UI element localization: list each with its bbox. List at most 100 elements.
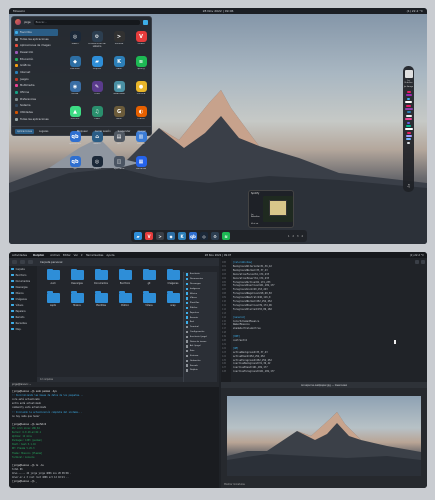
pin-icon[interactable] xyxy=(143,19,148,25)
menu-item[interactable]: Ver xyxy=(74,254,78,257)
launcher-app[interactable]: ◆ Discover xyxy=(64,56,86,77)
launcher-category[interactable]: Todas las aplicaciones xyxy=(14,116,58,123)
launcher-app[interactable]: ◎ Steam xyxy=(86,156,108,177)
bell-icon[interactable]: ♫ xyxy=(407,183,411,188)
sleep-button[interactable]: Suspender xyxy=(116,129,133,134)
launcher-app[interactable]: ▦ Ventanas xyxy=(130,156,152,177)
launcher-app[interactable]: ✎ Krita xyxy=(86,81,108,102)
panel-weather[interactable]: (1) 22.2 °C xyxy=(407,9,423,13)
folder-item[interactable]: Escritorio xyxy=(113,268,137,285)
text-editor[interactable]: 100 [ColorsWindow] 101 BackgroundAlternate=… xyxy=(221,258,427,382)
dock-vivaldi-icon[interactable]: V xyxy=(145,232,153,240)
launcher-category[interactable]: Juegos xyxy=(14,76,58,83)
menu-item[interactable]: Herramientas xyxy=(86,254,104,257)
code-line: inactiveBackground=31,36,42 xyxy=(233,362,271,366)
spotify-tooltip[interactable]: Spotify La Rebelión ⏮ ⏯ ⏭ xyxy=(248,190,294,228)
launcher-app[interactable]: ◫ Spectacle xyxy=(108,156,130,177)
applications-tab[interactable]: Aplicaciones xyxy=(15,128,34,134)
menu-item[interactable]: Archivo xyxy=(50,254,60,257)
launcher-app[interactable]: ▲ Android xyxy=(64,106,86,127)
terminal-tab[interactable]: jorge@lenovo: ~ xyxy=(9,382,219,387)
folder-label: Lapto xyxy=(49,304,57,307)
launcher-app[interactable]: qb qb xyxy=(64,156,86,177)
dock-pager[interactable]: 1 2 3 4 xyxy=(288,235,304,238)
viewer-status[interactable]: Mostrar miniaturas xyxy=(224,483,245,486)
minimize-icon[interactable] xyxy=(415,260,419,264)
player-controls[interactable]: ⏮ ⏯ ⏭ xyxy=(251,222,258,225)
launcher-category[interactable]: Multimedia xyxy=(14,83,58,90)
launcher-app[interactable]: ♫ Elisa xyxy=(86,106,108,127)
launcher-app[interactable]: V Vivaldi xyxy=(130,31,152,52)
dock-qbittorrent-icon[interactable]: qb xyxy=(189,232,197,240)
launcher-app[interactable]: ▣ Gwenview xyxy=(108,81,130,102)
launcher-search-input[interactable]: Buscar... xyxy=(33,19,140,25)
folder-item[interactable]: Imágenes xyxy=(161,268,185,285)
launcher-app[interactable]: K Kate xyxy=(108,56,130,77)
code-line: DecorationHover=61,174,233 xyxy=(233,276,269,280)
launcher-category[interactable]: Utilidades xyxy=(14,109,58,116)
viewer-image[interactable] xyxy=(227,396,421,476)
launcher-app[interactable]: ◐ Firefox xyxy=(130,106,152,127)
folder-item[interactable]: snap xyxy=(161,291,185,307)
launcher-app[interactable]: ◎ Steam xyxy=(64,31,86,52)
launcher-category[interactable]: Internet xyxy=(14,69,58,76)
dock-konsole-icon[interactable]: > xyxy=(156,232,164,240)
media-widget[interactable]: La Rebelión Joe Arroyo ♫ xyxy=(403,66,414,192)
launcher-category[interactable]: Gráficos xyxy=(14,62,58,69)
launcher-category[interactable]: Todas las aplicaciones xyxy=(14,36,58,43)
folder-item[interactable]: Descargas xyxy=(65,268,89,285)
launcher-app[interactable]: ▰ Dolphin xyxy=(86,56,108,77)
folder-item[interactable]: Vídeos xyxy=(137,291,161,307)
forward-icon[interactable] xyxy=(20,260,25,264)
dock-kate-icon[interactable]: K xyxy=(178,232,186,240)
lock-button[interactable]: Bloquear xyxy=(75,129,90,134)
avatar[interactable] xyxy=(15,19,21,25)
dock-dolphin-icon[interactable]: ▰ xyxy=(134,232,142,240)
folder-item[interactable]: Público xyxy=(113,291,137,307)
launcher-category[interactable]: Sistema xyxy=(14,103,58,110)
launcher-category[interactable]: Favoritos xyxy=(14,29,58,36)
breadcrumb[interactable]: Carpeta personal xyxy=(40,261,62,264)
places-item[interactable]: Disp. xyxy=(9,326,37,332)
launcher-app[interactable]: G GIMP xyxy=(108,106,130,127)
dock-discover-icon[interactable]: ◆ xyxy=(167,232,175,240)
folder-item[interactable]: Audi xyxy=(41,268,65,285)
launcher-category[interactable]: Aplicaciones de imagen xyxy=(14,42,58,49)
context-dropdown: Escritorio Documentos Descargas Imágenes Mús… xyxy=(183,272,217,382)
places-tab[interactable]: Lugares xyxy=(37,129,50,134)
menu-item[interactable]: Ayuda xyxy=(106,254,114,257)
panel-clock[interactable]: 28 Nov 2022 | 09:06 xyxy=(203,9,234,13)
dropdown-item[interactable]: Dolphin xyxy=(184,368,217,373)
activities-button[interactable]: Actividades xyxy=(12,254,27,257)
launcher-app[interactable]: ≋ Spotify xyxy=(130,56,152,77)
dock-settings-icon[interactable]: ⚙ xyxy=(211,232,219,240)
back-icon[interactable] xyxy=(12,260,17,264)
folder-item[interactable]: Lapto xyxy=(41,291,65,307)
launcher-category[interactable]: Desarrollo xyxy=(14,49,58,56)
bottom-weather[interactable]: (1) 22.2 °C xyxy=(410,254,424,257)
line-number: 120 xyxy=(222,339,226,342)
terminal-window[interactable]: jorge@lenovo: ~ [jorge@lenovo ~]$ sudo p… xyxy=(9,382,219,488)
dock-steam-icon[interactable]: ◎ xyxy=(200,232,208,240)
folder-item[interactable]: Plantillas xyxy=(89,291,113,307)
power-button[interactable]: Apagar xyxy=(135,129,148,134)
menu-item[interactable]: Editar xyxy=(63,254,71,257)
launcher-category[interactable]: Oficina xyxy=(14,89,58,96)
launcher-app[interactable]: ● Chrome xyxy=(130,81,152,102)
menu-item[interactable]: Ir xyxy=(81,254,83,257)
launcher-category[interactable]: Educación xyxy=(14,56,58,63)
launcher-app[interactable]: ⚙ Preferencias del sistema xyxy=(86,31,108,52)
view-icon[interactable] xyxy=(28,260,33,264)
bottom-clock[interactable]: 28 Nov 2022 | 09:07 xyxy=(205,254,232,257)
folder-label: Música xyxy=(73,304,81,307)
folder-item[interactable]: git xyxy=(137,268,161,285)
launcher-app[interactable]: ◉ Okular xyxy=(64,81,86,102)
launcher-category[interactable]: Preferencias xyxy=(14,96,58,103)
dock-spotify-icon[interactable]: ≋ xyxy=(222,232,230,240)
logout-button[interactable]: Cerrar sesión xyxy=(93,129,113,134)
folder-item[interactable]: Música xyxy=(65,291,89,307)
close-icon[interactable] xyxy=(421,260,425,264)
panel-app-name[interactable]: Mosaico xyxy=(13,9,25,13)
launcher-app[interactable]: > Konsole xyxy=(108,31,130,52)
folder-item[interactable]: Documentos xyxy=(89,268,113,285)
